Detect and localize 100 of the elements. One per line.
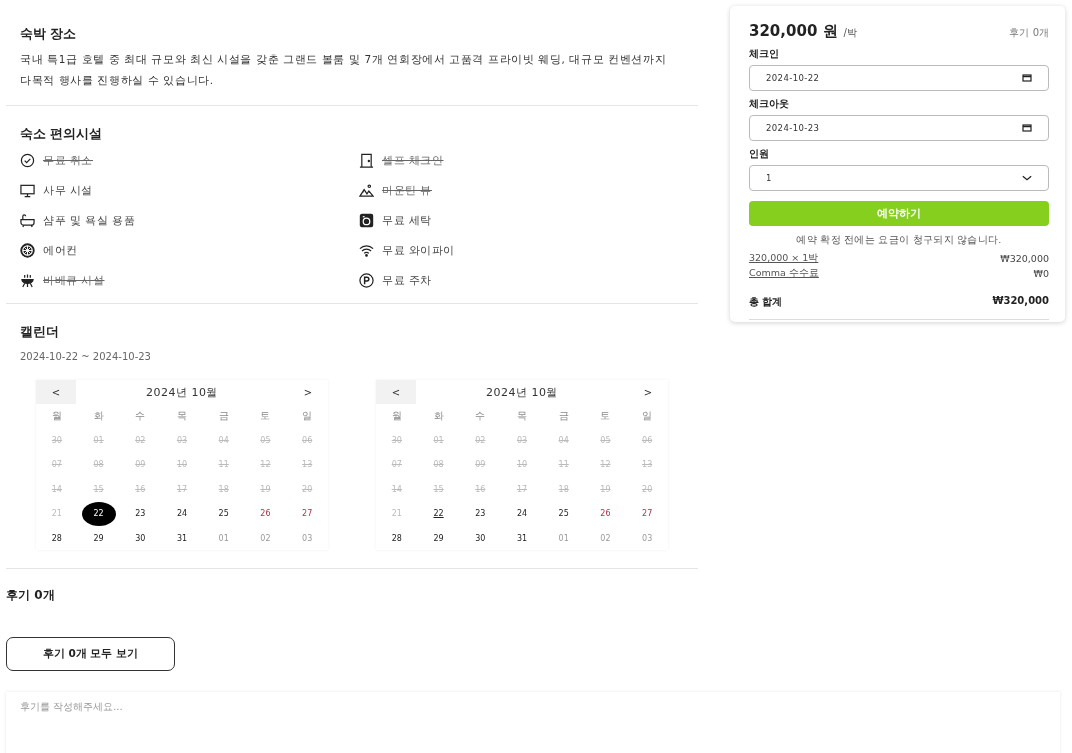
calendar-day[interactable]: 03 xyxy=(632,527,663,550)
prev-month-button[interactable]: < xyxy=(36,380,76,404)
fee-label-link[interactable]: Comma 수수료 xyxy=(749,267,819,280)
calendar-day[interactable]: 27 xyxy=(632,502,663,525)
calendar-day[interactable]: 05 xyxy=(590,429,621,452)
calendar-day[interactable]: 14 xyxy=(381,478,412,501)
calendar-day[interactable]: 28 xyxy=(381,527,412,550)
price-unit: /박 xyxy=(843,26,857,40)
calendar-day[interactable]: 16 xyxy=(125,478,156,501)
amenity-label: 무료 세탁 xyxy=(382,212,432,228)
amenity-label: 바베큐 시설 xyxy=(43,272,105,288)
calendar-day[interactable]: 21 xyxy=(41,502,72,525)
calendar-day[interactable]: 02 xyxy=(465,429,496,452)
calendar-day[interactable]: 06 xyxy=(292,429,323,452)
calendar-day[interactable]: 17 xyxy=(167,478,197,501)
calendar-day[interactable]: 03 xyxy=(507,429,537,452)
weekday-label: 일 xyxy=(641,409,654,423)
calendar-day[interactable]: 15 xyxy=(83,478,114,501)
weekday-label: 수 xyxy=(474,409,487,423)
calendar-day[interactable]: 21 xyxy=(381,502,412,525)
grill-icon xyxy=(20,272,35,288)
guests-select[interactable]: 1 xyxy=(749,165,1049,191)
calendar-icon xyxy=(1022,74,1032,82)
calendar-day[interactable]: 16 xyxy=(465,478,496,501)
calendar-day[interactable]: 11 xyxy=(208,453,239,476)
calendar-day[interactable]: 15 xyxy=(423,478,454,501)
calendar-day[interactable]: 30 xyxy=(41,429,72,452)
calendar-day[interactable]: 13 xyxy=(292,453,323,476)
calendar-day[interactable]: 09 xyxy=(125,453,156,476)
show-all-reviews-button[interactable]: 후기 0개 모두 보기 xyxy=(6,637,175,672)
calendar-day[interactable]: 18 xyxy=(548,478,579,501)
reserve-button[interactable]: 예약하기 xyxy=(749,201,1049,226)
amenity-label: 샴푸 및 욕실 용품 xyxy=(43,212,136,228)
field-label: 체크아웃 xyxy=(749,97,789,111)
calendar-day[interactable]: 04 xyxy=(208,429,239,452)
check-circle-icon xyxy=(20,152,35,168)
calendar-day[interactable]: 31 xyxy=(167,527,197,550)
calendar-day[interactable]: 31 xyxy=(507,527,537,550)
calendar-day[interactable]: 29 xyxy=(83,527,114,550)
calendar-day[interactable]: 03 xyxy=(292,527,323,550)
calendar-day[interactable]: 02 xyxy=(125,429,156,452)
calendar-day[interactable]: 13 xyxy=(632,453,663,476)
calendar-day[interactable]: 20 xyxy=(632,478,663,501)
fee-amount: ₩0 xyxy=(1033,268,1049,279)
calendar-day[interactable]: 28 xyxy=(41,527,72,550)
calendar-day[interactable]: 01 xyxy=(548,527,579,550)
calendar-day[interactable]: 25 xyxy=(208,502,239,525)
calendar-day[interactable]: 01 xyxy=(423,429,454,452)
calendar-day[interactable]: 12 xyxy=(590,453,621,476)
calendar-day[interactable]: 22 xyxy=(423,502,454,525)
calendar-day[interactable]: 02 xyxy=(250,527,281,550)
calendar-day[interactable]: 27 xyxy=(292,502,323,525)
calendar-day[interactable]: 09 xyxy=(465,453,496,476)
calendar-day[interactable]: 24 xyxy=(167,502,197,525)
calendar-day[interactable]: 07 xyxy=(41,453,72,476)
calendar-day[interactable]: 30 xyxy=(125,527,156,550)
calendar-day[interactable]: 01 xyxy=(208,527,239,550)
calendar-day[interactable]: 02 xyxy=(590,527,621,550)
calendar-day[interactable]: 22 xyxy=(81,501,116,526)
month-title: 2024년 10월 xyxy=(145,384,219,400)
calendar-day[interactable]: 23 xyxy=(465,502,496,525)
prev-month-button[interactable]: < xyxy=(376,380,416,404)
door-icon xyxy=(359,152,374,168)
calendar-day[interactable]: 14 xyxy=(41,478,72,501)
calendar-day[interactable]: 29 xyxy=(423,527,454,550)
calendar-day[interactable]: 24 xyxy=(507,502,537,525)
calendar-day[interactable]: 12 xyxy=(250,453,281,476)
calendar-day[interactable]: 08 xyxy=(83,453,114,476)
calendar-day[interactable]: 05 xyxy=(250,429,281,452)
weekday-label: 금 xyxy=(557,409,570,423)
calendar-day[interactable]: 10 xyxy=(507,453,537,476)
calendar-day[interactable]: 11 xyxy=(548,453,579,476)
calendar-day[interactable]: 26 xyxy=(250,502,281,525)
calendar-day[interactable]: 25 xyxy=(548,502,579,525)
next-month-button[interactable]: > xyxy=(628,380,668,404)
calendar-day[interactable]: 03 xyxy=(167,429,197,452)
calendar-day[interactable]: 07 xyxy=(381,453,412,476)
calendar-day[interactable]: 19 xyxy=(590,478,621,501)
calendar-day[interactable]: 20 xyxy=(292,478,323,501)
weekday-label: 목 xyxy=(516,409,528,423)
calendar-day[interactable]: 30 xyxy=(381,429,412,452)
calendar-day[interactable]: 17 xyxy=(507,478,537,501)
calendar-day[interactable]: 18 xyxy=(208,478,239,501)
calendar-day[interactable]: 30 xyxy=(465,527,496,550)
calendar-day[interactable]: 10 xyxy=(167,453,197,476)
calendar-day[interactable]: 08 xyxy=(423,453,454,476)
fee-label-link[interactable]: 320,000 × 1박 xyxy=(749,252,819,265)
calendar-day[interactable]: 06 xyxy=(632,429,663,452)
amenity-label: 에어컨 xyxy=(43,242,78,258)
calendar-day[interactable]: 04 xyxy=(548,429,579,452)
calendar-day[interactable]: 19 xyxy=(250,478,281,501)
fee-amount: ₩320,000 xyxy=(1000,253,1049,264)
calendar-day[interactable]: 23 xyxy=(125,502,156,525)
review-input-field[interactable]: 후기를 작성해주세요... xyxy=(6,692,1060,753)
calendar-day[interactable]: 26 xyxy=(590,502,621,525)
calendar-day[interactable]: 01 xyxy=(83,429,114,452)
date-field[interactable]: 2024-10-22 xyxy=(749,65,1049,91)
date-field[interactable]: 2024-10-23 xyxy=(749,115,1049,141)
next-month-button[interactable]: > xyxy=(288,380,328,404)
weekday-label: 토 xyxy=(259,409,272,423)
